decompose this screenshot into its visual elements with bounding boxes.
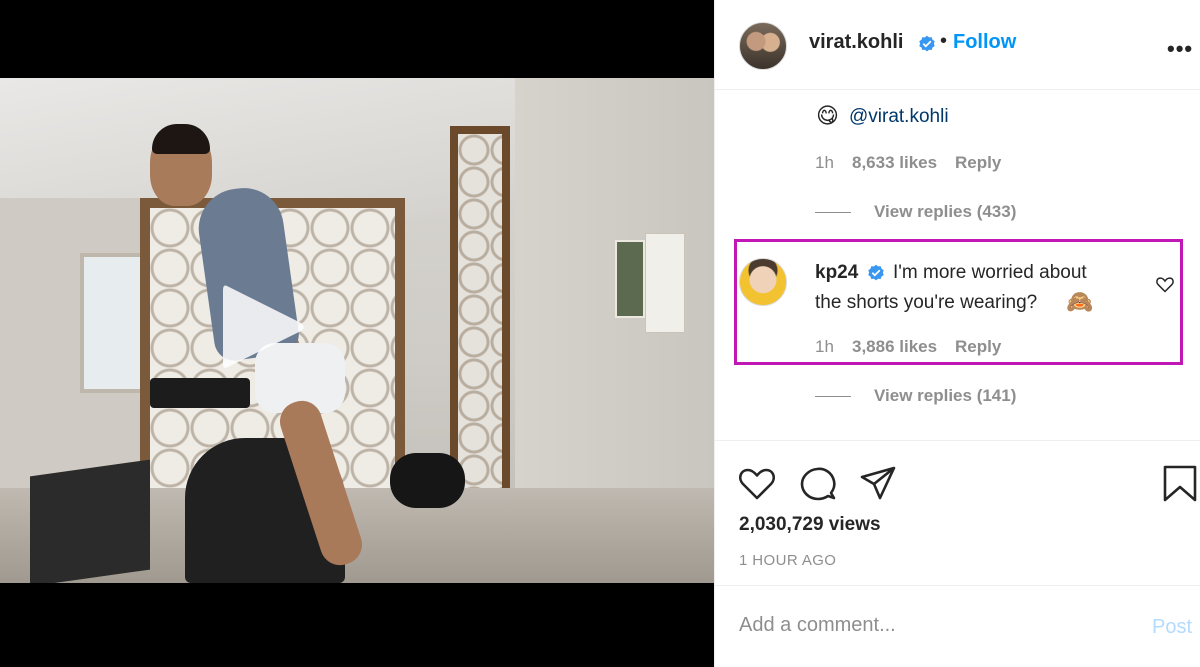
verified-badge-icon: [919, 35, 935, 52]
reply-button[interactable]: Reply: [955, 337, 1001, 357]
scene-mat: [30, 459, 150, 583]
comment-username[interactable]: kp24: [815, 258, 858, 288]
video-player[interactable]: [0, 0, 714, 667]
comment-text: the shorts you're wearing?: [815, 292, 1038, 313]
comment-emoji: 😋: [816, 103, 839, 128]
scene-bench: [150, 378, 250, 408]
scene-poster: [615, 240, 645, 318]
comment-input[interactable]: [739, 614, 1119, 637]
more-options-icon[interactable]: •••: [1167, 36, 1193, 62]
post-header: virat.kohli • Follow •••: [715, 0, 1200, 90]
replies-divider: [815, 212, 851, 213]
play-icon[interactable]: [217, 278, 309, 376]
comment-emoji: 🙈: [1066, 289, 1094, 314]
comment-bubble-icon[interactable]: [798, 463, 838, 503]
post-username[interactable]: virat.kohli: [809, 31, 903, 54]
avatar[interactable]: [739, 258, 787, 306]
like-heart-icon[interactable]: [737, 463, 777, 503]
comment-time: 1h: [815, 337, 834, 356]
post-comment-button[interactable]: Post: [1152, 616, 1192, 639]
comment-mention-link[interactable]: @virat.kohli: [849, 102, 949, 132]
verified-badge-icon: [868, 264, 884, 281]
bookmark-icon[interactable]: [1160, 463, 1200, 503]
video-frame[interactable]: [0, 78, 714, 583]
post-timestamp: 1 HOUR AGO: [739, 552, 837, 569]
avatar[interactable]: [739, 22, 787, 70]
replies-divider: [815, 396, 851, 397]
reply-button[interactable]: Reply: [955, 153, 1001, 173]
comment-likes[interactable]: 3,886 likes: [852, 337, 937, 357]
comment-text: I'm more worried about: [893, 262, 1087, 283]
like-comment-heart-icon[interactable]: [1155, 274, 1175, 294]
view-replies-button[interactable]: View replies (141): [874, 386, 1016, 406]
follow-button[interactable]: Follow: [953, 31, 1016, 54]
view-count[interactable]: 2,030,729 views: [739, 514, 881, 536]
separator-dot: •: [940, 30, 948, 52]
scene-rollers: [390, 453, 465, 508]
comment-likes[interactable]: 8,633 likes: [852, 153, 937, 173]
comment-composer: Post: [715, 585, 1200, 667]
share-send-icon[interactable]: [858, 463, 898, 503]
post-details-panel: virat.kohli • Follow ••• 😋 @virat.kohli …: [714, 0, 1200, 667]
comment-time: 1h: [815, 153, 834, 172]
view-replies-button[interactable]: View replies (433): [874, 202, 1016, 222]
scene-poster: [645, 233, 685, 333]
scene-window: [80, 253, 145, 393]
